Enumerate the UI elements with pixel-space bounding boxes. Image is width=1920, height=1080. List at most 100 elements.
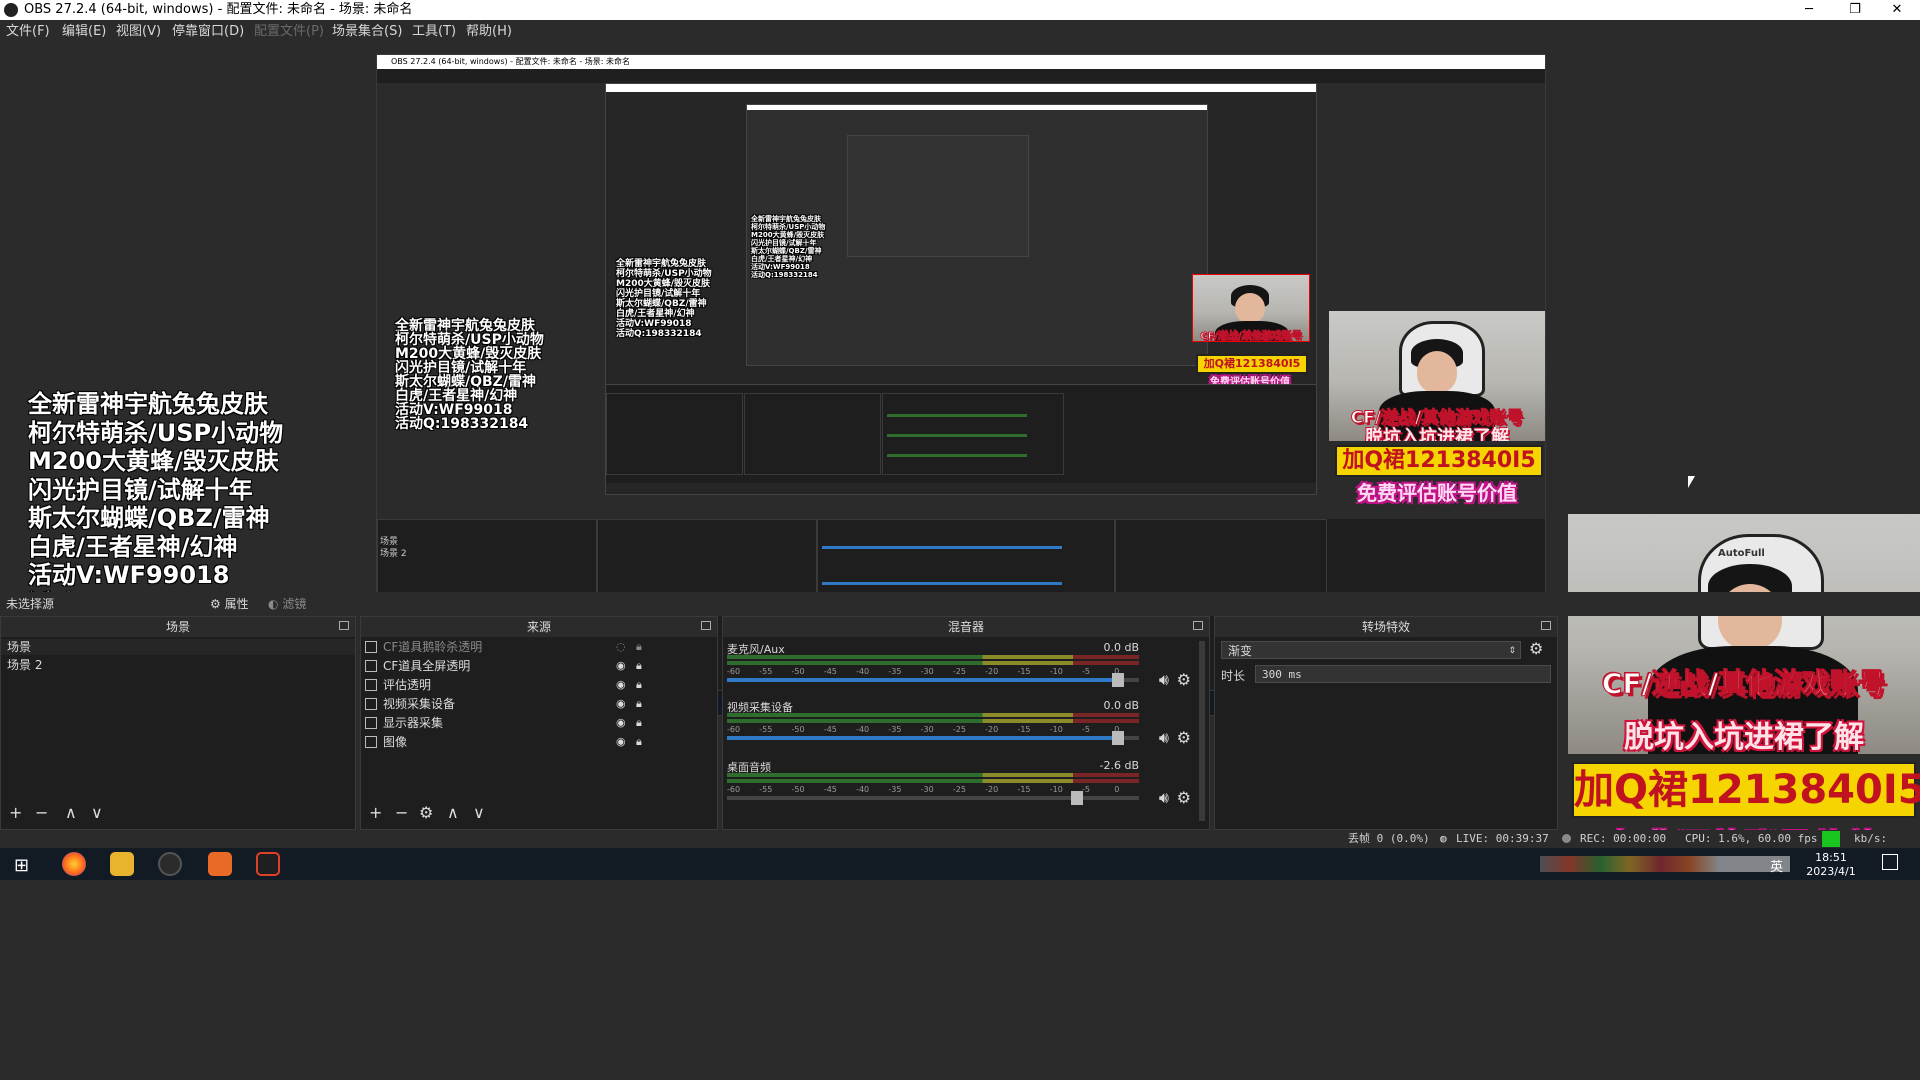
- remove-scene-button[interactable]: −: [35, 805, 48, 821]
- nested-docks-2: [606, 384, 1316, 483]
- menu-scene-collection[interactable]: 场景集合(S): [332, 20, 402, 44]
- gear-icon[interactable]: ⚙: [1177, 728, 1191, 747]
- speaker-icon[interactable]: 🔊︎: [1159, 788, 1169, 808]
- visibility-eye-icon[interactable]: ◉: [616, 715, 626, 731]
- nested-promo-text-3: 全新雷神宇航兔兔皮肤 柯尔特萌杀/USP小动物 M200大黄蜂/毁灭皮肤 闪光护…: [751, 215, 826, 279]
- move-scene-down-button[interactable]: ∨: [91, 805, 103, 821]
- dock-float-icon[interactable]: [1193, 621, 1203, 630]
- transition-select[interactable]: 渐变 ⇕: [1221, 641, 1521, 659]
- nested-qq-box-2: 加Q裙1213840I5: [1196, 354, 1308, 374]
- scenes-dock: 场景 场景 场景 2 + − ∧ ∨: [0, 616, 356, 830]
- menu-help[interactable]: 帮助(H): [466, 20, 512, 44]
- orange-app-icon[interactable]: [208, 852, 232, 876]
- source-item[interactable]: CF道具全屏透明 ◉ 🔒︎: [361, 658, 717, 674]
- camera-source-icon: [365, 698, 377, 710]
- meter-tick-label: -35: [888, 725, 902, 734]
- duration-spinbox[interactable]: 300 ms: [1255, 665, 1551, 683]
- controls-bar: 未选择源 ⚙ 属性 ◐ 滤镜: [0, 592, 1920, 616]
- menu-view[interactable]: 视图(V): [116, 20, 161, 44]
- lock-icon[interactable]: 🔒︎: [636, 658, 642, 674]
- visibility-eye-icon[interactable]: ◉: [616, 658, 626, 674]
- obs-taskbar-icon[interactable]: [158, 852, 182, 876]
- add-source-button[interactable]: +: [369, 805, 382, 821]
- rec-time: REC: 00:00:00: [1580, 832, 1667, 845]
- firefox-icon[interactable]: [62, 852, 86, 876]
- lock-icon[interactable]: 🔒︎: [636, 734, 642, 750]
- volume-slider[interactable]: [727, 731, 1139, 745]
- dock-float-icon[interactable]: [339, 621, 349, 630]
- speaker-icon[interactable]: 🔊︎: [1159, 728, 1169, 748]
- owl-app-icon[interactable]: [110, 852, 134, 876]
- minimize-button[interactable]: ─: [1786, 0, 1832, 20]
- menu-tools[interactable]: 工具(T): [412, 20, 456, 44]
- volume-slider[interactable]: [727, 791, 1139, 805]
- mixer-dock: 混音器 麦克风/Aux 0.0 dB -60 -55 -50 -45 -40 -35 -30 -2…: [722, 616, 1210, 830]
- lock-icon[interactable]: 🔒︎: [636, 715, 642, 731]
- source-label: 视频采集设备: [383, 697, 456, 711]
- lock-icon[interactable]: 🔒︎: [636, 696, 642, 712]
- scene-item[interactable]: 场景: [1, 639, 355, 655]
- move-source-up-button[interactable]: ∧: [447, 805, 459, 821]
- gear-icon[interactable]: ⚙: [1177, 788, 1191, 807]
- volume-slider-fill: [727, 678, 1119, 682]
- ime-indicator[interactable]: 英: [1770, 856, 1783, 875]
- nested-scene-2: 场景 2: [380, 549, 407, 559]
- mixer-channel-db: 0.0 dB: [1103, 641, 1139, 654]
- nested-webcam-level-1: CF/逆战/其他游戏账号 脱坑入坑进裙了解: [1329, 311, 1545, 441]
- nested-level-2-titlebar: [606, 84, 1316, 92]
- move-scene-up-button[interactable]: ∧: [65, 805, 77, 821]
- source-item[interactable]: 视频采集设备 ◉ 🔒︎: [361, 696, 717, 712]
- menu-profile[interactable]: 配置文件(P): [254, 20, 324, 44]
- speaker-icon[interactable]: 🔊︎: [1159, 670, 1169, 690]
- windows-start-icon[interactable]: ⊞: [14, 855, 29, 876]
- volume-slider-handle[interactable]: [1112, 731, 1125, 745]
- source-item[interactable]: 图像 ◉ 🔒︎: [361, 734, 717, 750]
- menu-file[interactable]: 文件(F): [6, 20, 50, 44]
- dock-float-icon[interactable]: [1541, 621, 1551, 630]
- gear-icon[interactable]: ⚙: [1177, 670, 1191, 689]
- remove-source-button[interactable]: −: [395, 805, 408, 821]
- properties-label: 属性: [224, 597, 249, 611]
- transition-gear-icon[interactable]: ⚙: [1529, 639, 1543, 658]
- nested-level-2-window: 全新雷神宇航兔兔皮肤 柯尔特萌杀/USP小动物 M200大黄蜂/毁灭皮肤 闪光护…: [605, 83, 1317, 495]
- clock-time: 18:51: [1815, 851, 1847, 864]
- meter-tick-label: -50: [791, 785, 805, 794]
- visibility-hidden-icon[interactable]: ◌: [616, 639, 626, 655]
- image-source-icon: [365, 641, 377, 653]
- scene-item[interactable]: 场景 2: [1, 657, 355, 673]
- dock-float-icon[interactable]: [701, 621, 711, 630]
- nested-preview: 全新雷神宇航兔兔皮肤 柯尔特萌杀/USP小动物 M200大黄蜂/毁灭皮肤 闪光护…: [377, 83, 1545, 505]
- menu-docks[interactable]: 停靠窗口(D): [172, 20, 244, 44]
- obs-logo-icon: [4, 3, 18, 17]
- lock-icon[interactable]: 🔒︎: [636, 677, 642, 693]
- menu-bar: 文件(F) 编辑(E) 视图(V) 停靠窗口(D) 配置文件(P) 场景集合(S…: [0, 20, 1920, 44]
- menu-edit[interactable]: 编辑(E): [62, 20, 106, 44]
- visibility-eye-icon[interactable]: ◉: [616, 677, 626, 693]
- source-properties-gear-icon[interactable]: ⚙: [419, 805, 433, 821]
- volume-slider-handle[interactable]: [1112, 673, 1125, 687]
- properties-button[interactable]: ⚙ 属性: [210, 592, 249, 616]
- meter-tick-label: -35: [888, 785, 902, 794]
- system-tray-icons[interactable]: [1540, 856, 1790, 872]
- source-item[interactable]: 评估透明 ◉ 🔒︎: [361, 677, 717, 693]
- add-scene-button[interactable]: +: [9, 805, 22, 821]
- restore-button[interactable]: ❐: [1832, 0, 1878, 20]
- stream-health-indicator: [1822, 831, 1840, 847]
- source-item[interactable]: 显示器采集 ◉ 🔒︎: [361, 715, 717, 731]
- close-button[interactable]: ✕: [1874, 0, 1920, 20]
- clock[interactable]: 18:51 2023/4/1: [1796, 851, 1866, 879]
- rec-indicator-icon: [1562, 834, 1571, 843]
- visibility-eye-icon[interactable]: ◉: [616, 696, 626, 712]
- g-app-icon[interactable]: [256, 852, 280, 876]
- mixer-scrollbar[interactable]: [1199, 641, 1205, 821]
- notification-icon[interactable]: [1882, 854, 1898, 870]
- lock-icon[interactable]: 🔒︎: [636, 639, 642, 655]
- meter-tick-label: -25: [952, 667, 966, 676]
- visibility-eye-icon[interactable]: ◉: [616, 734, 626, 750]
- source-item[interactable]: CF道具鹅聆杀透明 ◌ 🔒︎: [361, 639, 717, 655]
- filters-button[interactable]: ◐ 滤镜: [268, 592, 306, 616]
- move-source-down-button[interactable]: ∨: [473, 805, 485, 821]
- volume-slider[interactable]: [727, 673, 1139, 687]
- meter-tick-label: -55: [759, 785, 773, 794]
- volume-slider-handle[interactable]: [1071, 791, 1084, 805]
